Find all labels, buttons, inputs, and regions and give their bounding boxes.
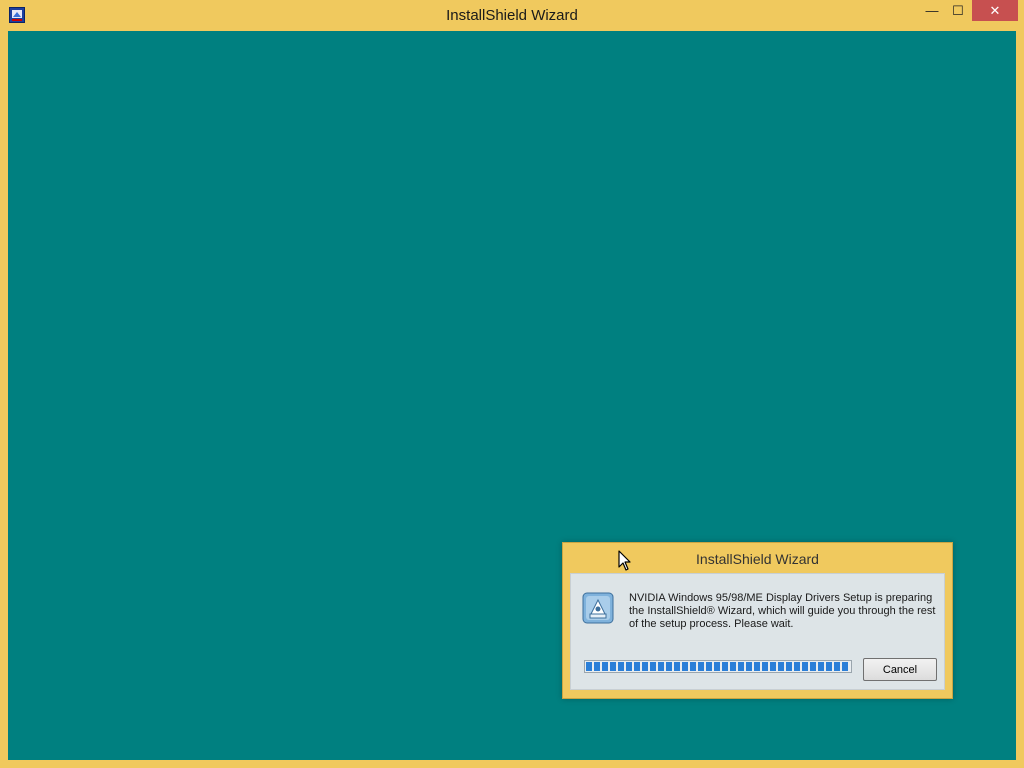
maximize-icon: ☐ <box>952 2 964 18</box>
progress-bar-fill <box>586 662 850 671</box>
progress-bar <box>584 660 852 673</box>
maximize-button[interactable]: ☐ <box>944 0 972 21</box>
title-bar[interactable]: InstallShield Wizard — ☐ ✕ <box>0 0 1024 30</box>
close-button[interactable]: ✕ <box>972 0 1018 21</box>
arrow-cursor-icon <box>618 550 632 572</box>
minimize-button[interactable]: — <box>917 0 947 21</box>
setup-package-icon <box>582 592 614 624</box>
dialog-body: NVIDIA Windows 95/98/ME Display Drivers … <box>570 573 945 690</box>
window-title: InstallShield Wizard <box>446 7 578 24</box>
minimize-icon: — <box>925 3 939 18</box>
close-icon: ✕ <box>989 2 1001 18</box>
cancel-button[interactable]: Cancel <box>863 658 937 681</box>
dialog-message: NVIDIA Windows 95/98/ME Display Drivers … <box>629 592 936 630</box>
